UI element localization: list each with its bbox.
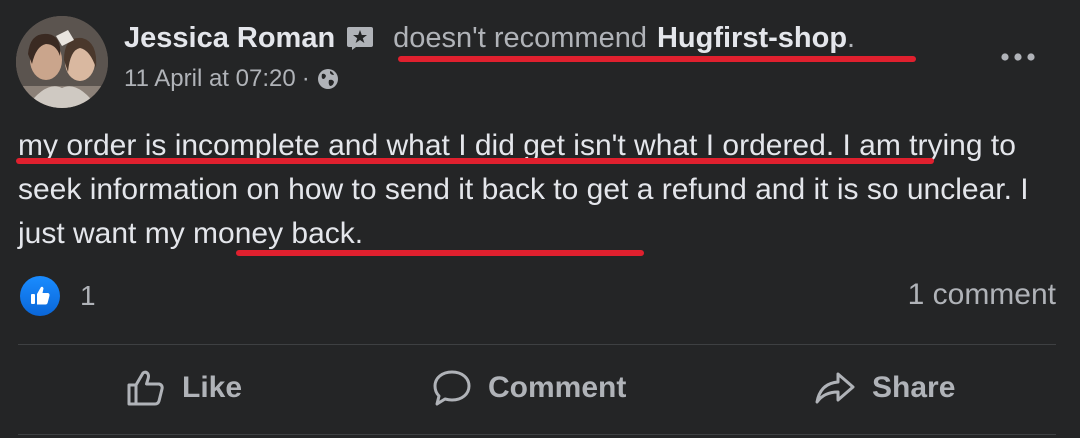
annotation-underline-line3 [236,250,644,256]
like-icon [127,370,164,406]
avatar-image [16,16,108,108]
author-name[interactable]: Jessica Roman [124,22,335,55]
comment-button-label: Comment [488,371,627,404]
comment-count-link[interactable]: 1 comment [908,278,1056,312]
post-timestamp[interactable]: 11 April at 07:20 [124,65,296,93]
author-line: Jessica Roman doesn't recommend Hugfirst… [124,18,855,58]
share-icon [815,372,855,404]
post-meta: 11 April at 07:20 · [124,62,340,96]
like-count[interactable]: 1 [80,280,96,312]
thumbs-up-icon [31,286,50,305]
share-button-label: Share [872,371,956,404]
sentence-period: . [847,21,856,54]
annotation-underline-line1 [16,158,934,164]
post-body: my order is incomplete and what I did ge… [18,124,1058,256]
ellipsis-icon [1001,53,1035,61]
comment-icon [433,370,471,406]
recommendation-status: doesn't recommend [393,21,647,54]
divider-top [18,344,1056,345]
globe-icon[interactable] [316,67,340,91]
review-post: Jessica Roman doesn't recommend Hugfirst… [0,0,1080,438]
annotation-underline-header [398,56,916,62]
like-button[interactable]: Like [126,356,242,420]
like-button-label: Like [182,371,243,404]
comment-button[interactable]: Comment [432,356,626,420]
meta-separator: · [301,65,310,92]
more-options-button[interactable] [998,42,1038,72]
share-button[interactable]: Share [814,356,955,420]
like-reaction-icon[interactable] [20,276,60,316]
avatar[interactable] [16,16,108,108]
divider-bottom [18,434,1056,435]
review-flag-icon [345,25,375,51]
reviewed-page-link[interactable]: Hugfirst-shop [657,22,847,55]
